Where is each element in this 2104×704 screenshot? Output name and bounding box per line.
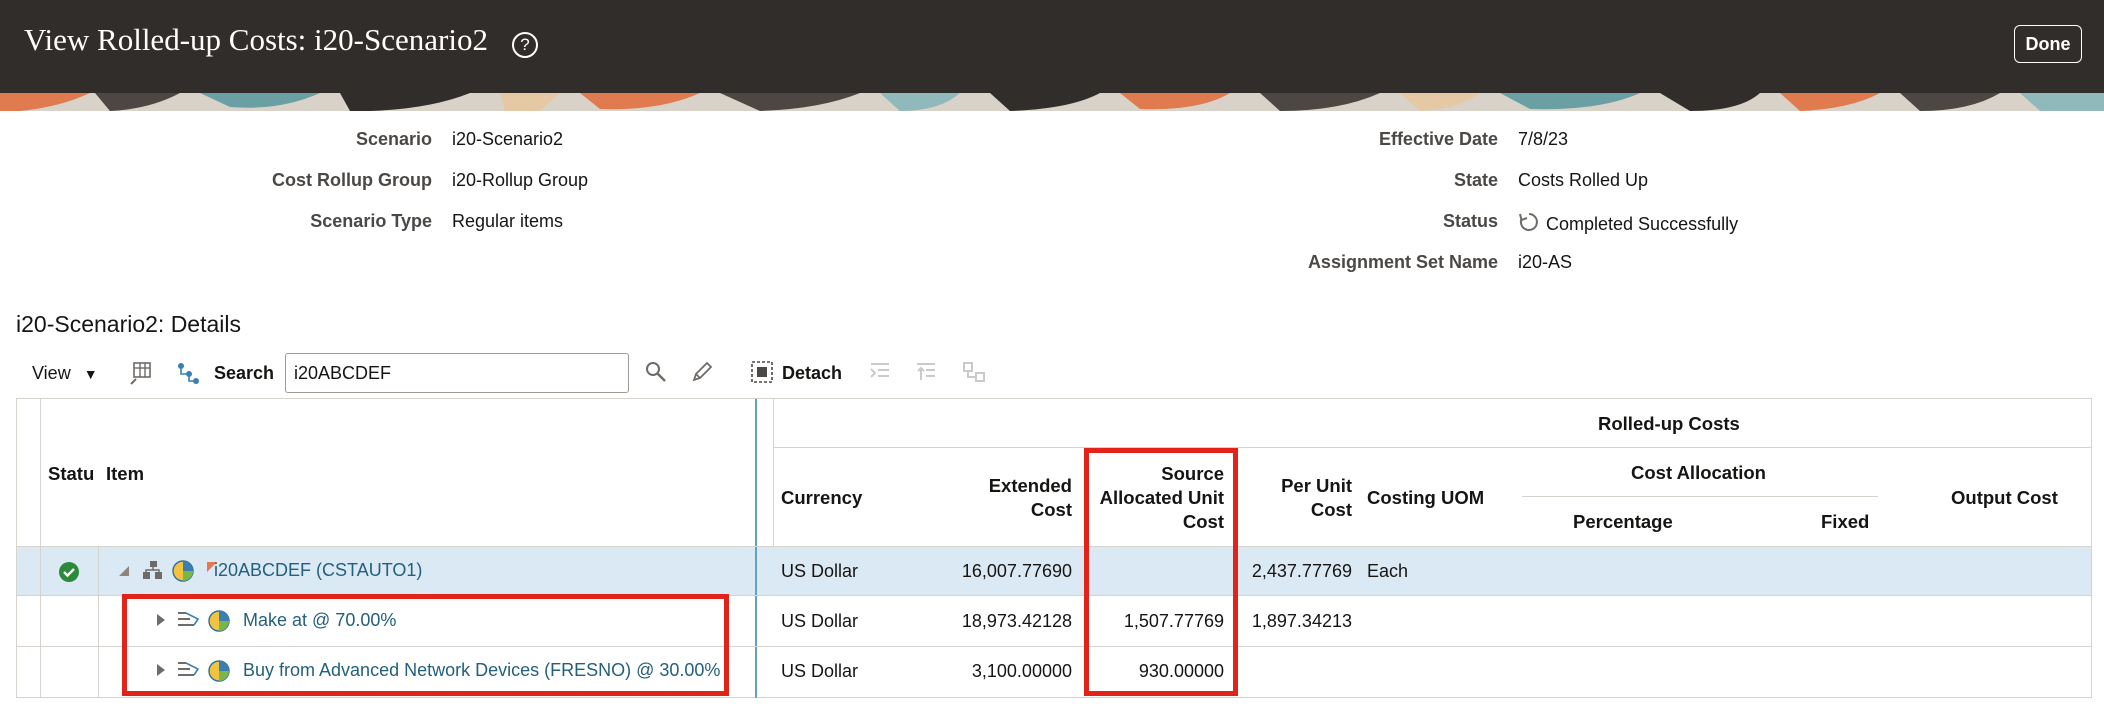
item-column-header[interactable]: Item xyxy=(106,463,144,485)
source-rows-highlight-box xyxy=(122,594,729,696)
column-divider xyxy=(40,399,41,698)
costing-uom-cell: Each xyxy=(1367,561,1409,581)
header-divider xyxy=(773,447,2091,448)
done-button[interactable]: Done xyxy=(2014,25,2082,63)
cost-rollup-group-value: i20-Rollup Group xyxy=(452,170,589,190)
fixed-column-header[interactable]: Fixed xyxy=(1821,511,1869,533)
indent-icon[interactable] xyxy=(868,360,892,389)
assignment-set-name-label: Assignment Set Name xyxy=(1307,252,1498,272)
extended-cost-cell: 3,100.00000 xyxy=(971,661,1072,681)
edit-pencil-icon[interactable] xyxy=(690,360,714,389)
help-icon[interactable]: ? xyxy=(512,32,538,58)
effective-date-value: 7/8/23 xyxy=(1518,129,1569,149)
scenario-type-label: Scenario Type xyxy=(310,211,432,231)
extended-cost-header-line2: Cost xyxy=(1030,499,1072,520)
extended-cost-cell: 16,007.77690 xyxy=(961,561,1072,581)
costing-uom-column-header[interactable]: Costing UOM xyxy=(1367,487,1484,509)
search-label: Search xyxy=(214,363,275,383)
outdent-icon[interactable] xyxy=(914,360,938,389)
cost-allocation-header: Cost Allocation xyxy=(1631,462,1766,483)
currency-cell: US Dollar xyxy=(781,661,859,681)
page-header: View Rolled-up Costs: i20-Scenario2 ? Do… xyxy=(0,0,2104,93)
column-settings-icon[interactable] xyxy=(128,360,154,391)
refresh-status-icon xyxy=(1518,211,1540,238)
frozen-column-divider xyxy=(755,399,757,698)
currency-cell: US Dollar xyxy=(781,561,859,581)
expand-all-icon[interactable] xyxy=(962,360,986,389)
effective-date-label: Effective Date xyxy=(1378,129,1498,149)
caret-down-icon: ▼ xyxy=(83,366,98,382)
status-column-header[interactable]: Statu xyxy=(48,463,94,485)
status-value-container: Completed Successfully xyxy=(1518,211,1738,238)
per-unit-cost-header-line1: Per Unit xyxy=(1281,475,1352,496)
column-divider xyxy=(98,546,99,698)
assignment-set-name-value: i20-AS xyxy=(1518,252,1573,272)
collapse-triangle-icon[interactable] xyxy=(117,564,131,583)
detach-icon[interactable] xyxy=(750,360,774,389)
hierarchy-view-icon[interactable] xyxy=(175,360,201,391)
source-allocated-cost-highlight-box xyxy=(1084,448,1238,696)
cost-pie-icon xyxy=(171,559,195,588)
rolled-up-costs-header: Rolled-up Costs xyxy=(1598,413,1740,434)
status-label: Status xyxy=(1442,211,1498,231)
cost-rollup-group-label: Cost Rollup Group xyxy=(272,170,432,190)
per-unit-cost-cell: 2,437.77769 xyxy=(1251,561,1352,581)
item-link[interactable]: i20ABCDEF (CSTAUTO1) xyxy=(214,560,422,581)
extended-cost-column-header[interactable]: Extended Cost xyxy=(989,474,1072,522)
per-unit-cost-cell: 1,897.34213 xyxy=(1251,611,1352,631)
per-unit-cost-column-header[interactable]: Per Unit Cost xyxy=(1281,474,1352,522)
extended-cost-header-line1: Extended xyxy=(988,475,1072,496)
scenario-label: Scenario xyxy=(355,129,432,149)
scenario-type-value: Regular items xyxy=(452,211,564,231)
column-divider xyxy=(773,399,774,546)
scenario-value: i20-Scenario2 xyxy=(452,129,564,149)
details-section-title: i20-Scenario2: Details xyxy=(16,311,242,337)
success-check-icon xyxy=(58,561,80,588)
decorative-banner xyxy=(0,93,2104,111)
status-value: Completed Successfully xyxy=(1546,214,1739,234)
per-unit-cost-header-line2: Cost xyxy=(1310,499,1352,520)
currency-column-header[interactable]: Currency xyxy=(781,487,862,509)
state-value: Costs Rolled Up xyxy=(1518,170,1649,190)
header-bottom-border xyxy=(17,546,2091,547)
header-divider xyxy=(1522,496,1878,497)
structure-icon xyxy=(142,559,164,586)
page-title: View Rolled-up Costs: i20-Scenario2 xyxy=(24,22,488,57)
view-menu[interactable]: View ▼ xyxy=(32,363,98,384)
extended-cost-cell: 18,973.42128 xyxy=(961,611,1072,631)
state-label: State xyxy=(1453,170,1498,190)
view-menu-label: View xyxy=(32,363,71,383)
detach-button[interactable]: Detach xyxy=(782,363,842,384)
currency-cell: US Dollar xyxy=(781,611,859,631)
search-input[interactable] xyxy=(285,353,629,393)
search-icon[interactable] xyxy=(644,360,668,389)
percentage-column-header[interactable]: Percentage xyxy=(1573,511,1673,533)
output-cost-column-header[interactable]: Output Cost xyxy=(1951,487,2058,509)
